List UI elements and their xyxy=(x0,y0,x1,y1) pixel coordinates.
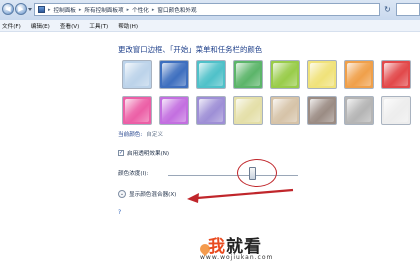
color-swatch[interactable] xyxy=(270,60,300,89)
annotation-arrow xyxy=(187,188,294,203)
help-icon[interactable]: ? xyxy=(118,209,121,216)
menu-tools[interactable]: 工具(T) xyxy=(89,22,108,30)
color-swatch[interactable] xyxy=(196,60,226,89)
breadcrumb-separator-icon[interactable]: ▸ xyxy=(79,7,82,13)
color-swatch[interactable] xyxy=(307,60,337,89)
breadcrumb-separator-icon[interactable]: ▸ xyxy=(48,7,51,13)
color-swatch[interactable] xyxy=(196,96,226,125)
menu-file[interactable]: 文件(F) xyxy=(2,22,21,30)
refresh-icon[interactable]: ↻ xyxy=(382,4,393,15)
color-swatch[interactable] xyxy=(270,96,300,125)
breadcrumb-separator-icon[interactable]: ▸ xyxy=(127,7,130,13)
color-swatch[interactable] xyxy=(122,96,152,125)
breadcrumb-window-color[interactable]: 窗口颜色和外观 xyxy=(157,6,196,14)
breadcrumb-personalization[interactable]: 个性化 xyxy=(132,6,149,14)
menu-view[interactable]: 查看(V) xyxy=(60,22,79,30)
color-swatch[interactable] xyxy=(344,60,374,89)
transparency-checkbox[interactable]: ✓ xyxy=(118,150,124,156)
transparency-option[interactable]: ✓ 启用透明效果(N) xyxy=(118,149,169,157)
color-swatch[interactable] xyxy=(381,96,411,125)
menu-help[interactable]: 帮助(H) xyxy=(118,22,138,30)
current-color-label: 当前颜色: xyxy=(118,132,143,138)
watermark: 我就看 www.wojiukan.com xyxy=(197,232,272,261)
history-dropdown-icon[interactable] xyxy=(28,8,32,11)
page-title: 更改窗口边框、「开始」菜单和任务栏的颜色 xyxy=(118,45,263,54)
intensity-slider-track[interactable] xyxy=(168,175,298,176)
back-arrow-icon: ◀ xyxy=(5,5,11,13)
search-input[interactable] xyxy=(396,3,420,16)
breadcrumb-control-panel[interactable]: 控制面板 xyxy=(54,6,76,14)
color-swatch[interactable] xyxy=(233,60,263,89)
annotation-circle xyxy=(237,159,277,187)
breadcrumb[interactable]: ▸ 控制面板 ▸ 所有控制面板项 ▸ 个性化 ▸ 窗口颜色和外观 xyxy=(34,3,380,16)
watermark-url: www.wojiukan.com xyxy=(200,254,274,261)
current-color: 当前颜色: 自定义 xyxy=(118,130,163,138)
expand-chevron-icon: ⌄ xyxy=(118,190,126,198)
forward-button[interactable]: ▶ xyxy=(15,3,27,15)
color-swatch[interactable] xyxy=(233,96,263,125)
color-swatch[interactable] xyxy=(381,60,411,89)
transparency-label: 启用透明效果(N) xyxy=(127,151,170,157)
menu-edit[interactable]: 编辑(E) xyxy=(31,22,50,30)
color-mixer-toggle[interactable]: ⌄ 显示颜色混合器(X) xyxy=(118,190,176,198)
color-swatch[interactable] xyxy=(159,96,189,125)
breadcrumb-all-items[interactable]: 所有控制面板项 xyxy=(84,6,123,14)
control-panel-icon xyxy=(38,6,45,13)
color-swatch[interactable] xyxy=(344,96,374,125)
back-button[interactable]: ◀ xyxy=(2,3,14,15)
address-bar: ◀ ▶ ▸ 控制面板 ▸ 所有控制面板项 ▸ 个性化 ▸ 窗口颜色和外观 ↻ xyxy=(0,0,420,21)
breadcrumb-separator-icon[interactable]: ▸ xyxy=(152,7,155,13)
color-swatch[interactable] xyxy=(122,60,152,89)
forward-arrow-icon: ▶ xyxy=(18,5,24,13)
intensity-label: 颜色浓度(I): xyxy=(118,171,149,177)
color-mixer-label: 显示颜色混合器(X) xyxy=(129,192,177,198)
menu-bar: 文件(F) 编辑(E) 查看(V) 工具(T) 帮助(H) xyxy=(0,20,420,32)
current-color-value: 自定义 xyxy=(146,132,164,138)
color-swatch[interactable] xyxy=(159,60,189,89)
color-swatch[interactable] xyxy=(307,96,337,125)
